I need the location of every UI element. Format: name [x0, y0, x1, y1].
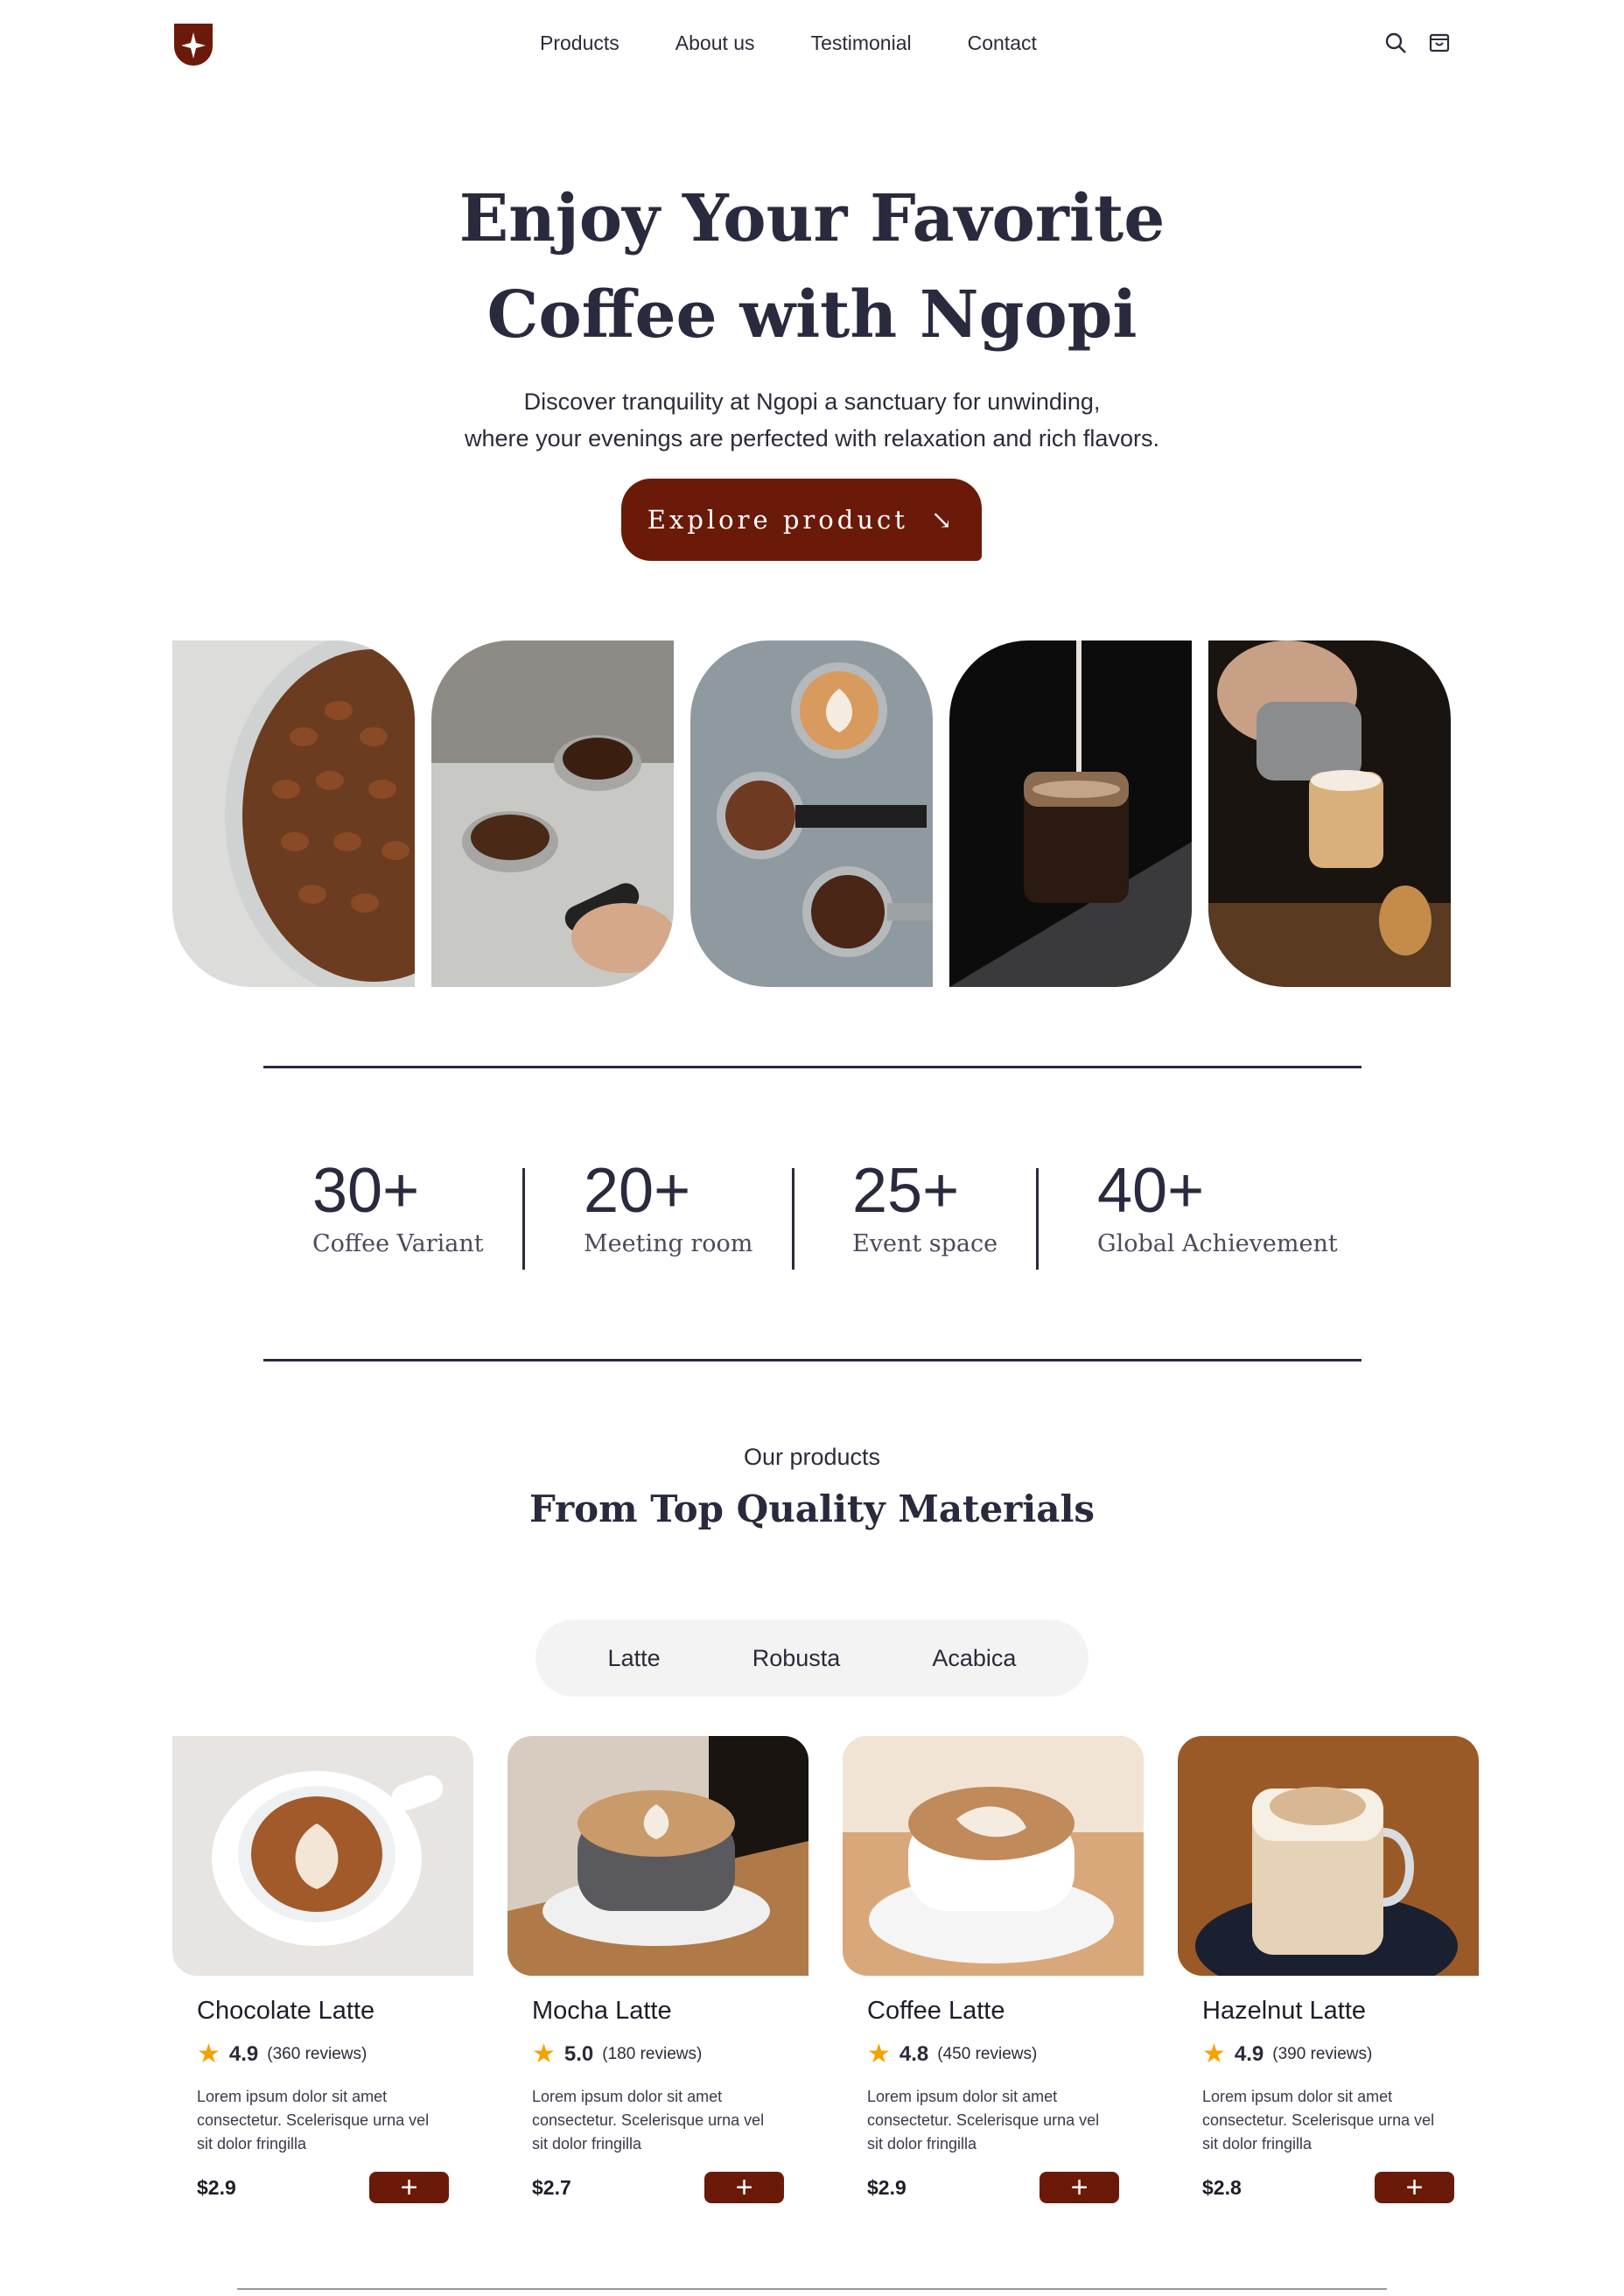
nav-link-testimonial[interactable]: Testimonial — [811, 32, 912, 55]
product-card[interactable]: Coffee Latte ★ 4.8 (450 reviews) Lorem i… — [843, 1736, 1144, 2203]
product-description: Lorem ipsum dolor sit amet consectetur. … — [197, 2088, 430, 2152]
arrow-down-right-icon: ↘ — [930, 505, 956, 535]
product-category-tabs: Latte Robusta Acabica — [536, 1620, 1088, 1697]
plus-icon: + — [735, 2171, 753, 2204]
tab-latte[interactable]: Latte — [608, 1645, 661, 1672]
tab-robusta[interactable]: Robusta — [752, 1645, 841, 1672]
brand-logo[interactable] — [172, 22, 214, 66]
search-icon[interactable] — [1384, 32, 1407, 59]
add-to-cart-button[interactable]: + — [1375, 2172, 1454, 2203]
stat-label: Coffee Variant — [312, 1230, 484, 1257]
product-price: $2.8 — [1202, 2175, 1242, 2199]
hero-subtitle-line-1: Discover tranquility at Ngopi a sanctuar… — [523, 388, 1101, 415]
hero-title: Enjoy Your Favorite Coffee with Ngopi — [0, 171, 1624, 363]
product-name: Hazelnut Latte — [1202, 1997, 1367, 2025]
nav-link-about[interactable]: About us — [676, 32, 755, 55]
star-icon: ★ — [197, 2040, 220, 2068]
review-count: (450 reviews) — [937, 2045, 1038, 2063]
gallery-image-latte-art-portafilters — [690, 640, 933, 987]
explore-product-button[interactable]: Explore product ↘ — [621, 479, 982, 561]
explore-product-label: Explore product — [647, 505, 908, 535]
review-count: (360 reviews) — [267, 2045, 368, 2063]
hero-title-line-2: Coffee with Ngopi — [486, 277, 1138, 353]
product-description: Lorem ipsum dolor sit amet consectetur. … — [867, 2088, 1100, 2152]
nav-icons — [1384, 32, 1451, 59]
product-image-hazelnut-latte — [1178, 1736, 1479, 1976]
product-rating: ★ 4.8 (450 reviews) — [867, 2041, 1144, 2068]
stat-event-space: 25+ Event space — [852, 1155, 998, 1257]
hero-subtitle: Discover tranquility at Ngopi a sanctuar… — [0, 383, 1624, 457]
rating-value: 4.8 — [899, 2042, 929, 2066]
product-name: Coffee Latte — [867, 1997, 1005, 2025]
product-card[interactable]: Mocha Latte ★ 5.0 (180 reviews) Lorem ip… — [508, 1736, 808, 2203]
product-image-chocolate-latte — [172, 1736, 473, 1976]
plus-icon: + — [1405, 2171, 1424, 2204]
stats-bottom-divider — [263, 1359, 1362, 1362]
products-eyebrow: Our products — [743, 1444, 881, 1470]
rating-value: 4.9 — [228, 2042, 259, 2066]
review-count: (390 reviews) — [1272, 2045, 1373, 2063]
cart-icon[interactable] — [1428, 32, 1451, 59]
stat-value: 25+ — [852, 1156, 960, 1226]
product-price: $2.9 — [197, 2175, 236, 2199]
product-rating: ★ 5.0 (180 reviews) — [532, 2041, 808, 2068]
stat-divider — [792, 1168, 794, 1270]
hero-subtitle-line-2: where your evenings are perfected with r… — [465, 425, 1159, 452]
stat-meeting-room: 20+ Meeting room — [584, 1155, 752, 1257]
add-to-cart-button[interactable]: + — [1040, 2172, 1119, 2203]
nav-link-contact[interactable]: Contact — [968, 32, 1037, 55]
stat-divider — [522, 1168, 525, 1270]
gallery-image-iced-coffee — [949, 640, 1192, 987]
product-rating: ★ 4.9 (360 reviews) — [197, 2041, 473, 2068]
section-divider — [237, 2288, 1387, 2290]
product-name: Chocolate Latte — [197, 1997, 375, 2025]
product-footer: $2.9 + — [867, 2172, 1119, 2203]
stat-value: 40+ — [1097, 1156, 1205, 1226]
tab-acabica[interactable]: Acabica — [932, 1645, 1016, 1672]
stats-top-divider — [263, 1066, 1362, 1068]
product-footer: $2.7 + — [532, 2172, 784, 2203]
product-footer: $2.8 + — [1202, 2172, 1454, 2203]
product-rating: ★ 4.9 (390 reviews) — [1202, 2041, 1479, 2068]
stat-label: Event space — [852, 1230, 998, 1257]
add-to-cart-button[interactable]: + — [369, 2172, 449, 2203]
plus-icon: + — [400, 2171, 418, 2204]
stat-value: 30+ — [312, 1156, 420, 1226]
review-count: (180 reviews) — [602, 2045, 703, 2063]
stat-label: Global Achievement — [1097, 1230, 1338, 1257]
star-icon: ★ — [532, 2040, 556, 2068]
products-title: From Top Quality Materials — [528, 1488, 1096, 1530]
product-card[interactable]: Hazelnut Latte ★ 4.9 (390 reviews) Lorem… — [1178, 1736, 1479, 2203]
main-nav: Products About us Testimonial Contact — [540, 32, 1037, 55]
rating-value: 4.9 — [1234, 2042, 1264, 2066]
stat-divider — [1036, 1168, 1039, 1270]
product-description: Lorem ipsum dolor sit amet consectetur. … — [1202, 2088, 1435, 2152]
stat-value: 20+ — [584, 1156, 691, 1226]
gallery-image-coffee-beans-bowl — [172, 640, 415, 987]
star-icon: ★ — [1202, 2040, 1226, 2068]
product-image-coffee-latte — [843, 1736, 1144, 1976]
stat-coffee-variant: 30+ Coffee Variant — [312, 1155, 484, 1257]
stat-label: Meeting room — [584, 1230, 753, 1257]
product-footer: $2.9 + — [197, 2172, 449, 2203]
nav-link-products[interactable]: Products — [540, 32, 620, 55]
product-image-mocha-latte — [508, 1736, 808, 1976]
product-name: Mocha Latte — [532, 1997, 672, 2025]
star-icon: ★ — [867, 2040, 891, 2068]
product-description: Lorem ipsum dolor sit amet consectetur. … — [532, 2088, 765, 2152]
gallery-image-portafilter — [431, 640, 674, 987]
plus-icon: + — [1070, 2171, 1088, 2204]
product-price: $2.9 — [867, 2175, 906, 2199]
rating-value: 5.0 — [564, 2042, 594, 2066]
product-price: $2.7 — [532, 2175, 571, 2199]
stat-global-achievement: 40+ Global Achievement — [1097, 1155, 1338, 1257]
product-card[interactable]: Chocolate Latte ★ 4.9 (360 reviews) Lore… — [172, 1736, 473, 2203]
add-to-cart-button[interactable]: + — [704, 2172, 784, 2203]
hero-title-line-1: Enjoy Your Favorite — [458, 181, 1166, 256]
gallery-image-barista-pouring — [1208, 640, 1451, 987]
